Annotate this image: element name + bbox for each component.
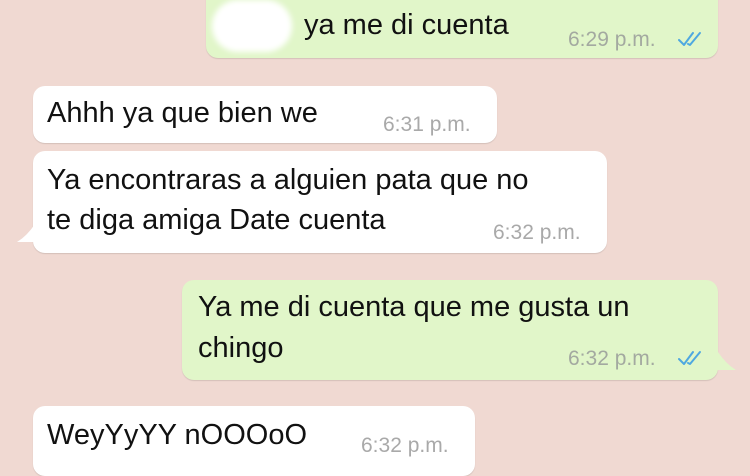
bubble-tail-icon (17, 224, 41, 242)
double-check-icon (678, 351, 701, 365)
message-time: 6:29 p.m. (568, 28, 656, 51)
message-time: 6:32 p.m. (361, 434, 449, 457)
bubble-tail-icon (712, 352, 736, 370)
message-line-2: te diga amiga Date cuenta (47, 204, 386, 236)
message-bubble-incoming[interactable]: Ya encontraras a alguien pata que no te … (33, 151, 607, 253)
message-time: 6:32 p.m. (493, 221, 581, 244)
message-bubble-outgoing[interactable]: Ya me di cuenta que me gusta un chingo 6… (182, 280, 718, 380)
double-check-icon (678, 32, 701, 46)
message-time: 6:31 p.m. (383, 113, 471, 136)
redacted-blur (212, 0, 292, 52)
message-time: 6:32 p.m. (568, 347, 656, 370)
message-line-2: chingo (198, 332, 284, 364)
message-text: WeyYyYY nOOOoO (47, 419, 308, 451)
message-bubble-incoming[interactable]: Ahhh ya que bien we 6:31 p.m. (33, 86, 497, 143)
message-line-1: Ya encontraras a alguien pata que no (47, 164, 529, 196)
message-text: Ahhh ya que bien we (47, 97, 318, 129)
message-text: ya me di cuenta (304, 9, 509, 41)
message-line-1: Ya me di cuenta que me gusta un (198, 291, 630, 323)
